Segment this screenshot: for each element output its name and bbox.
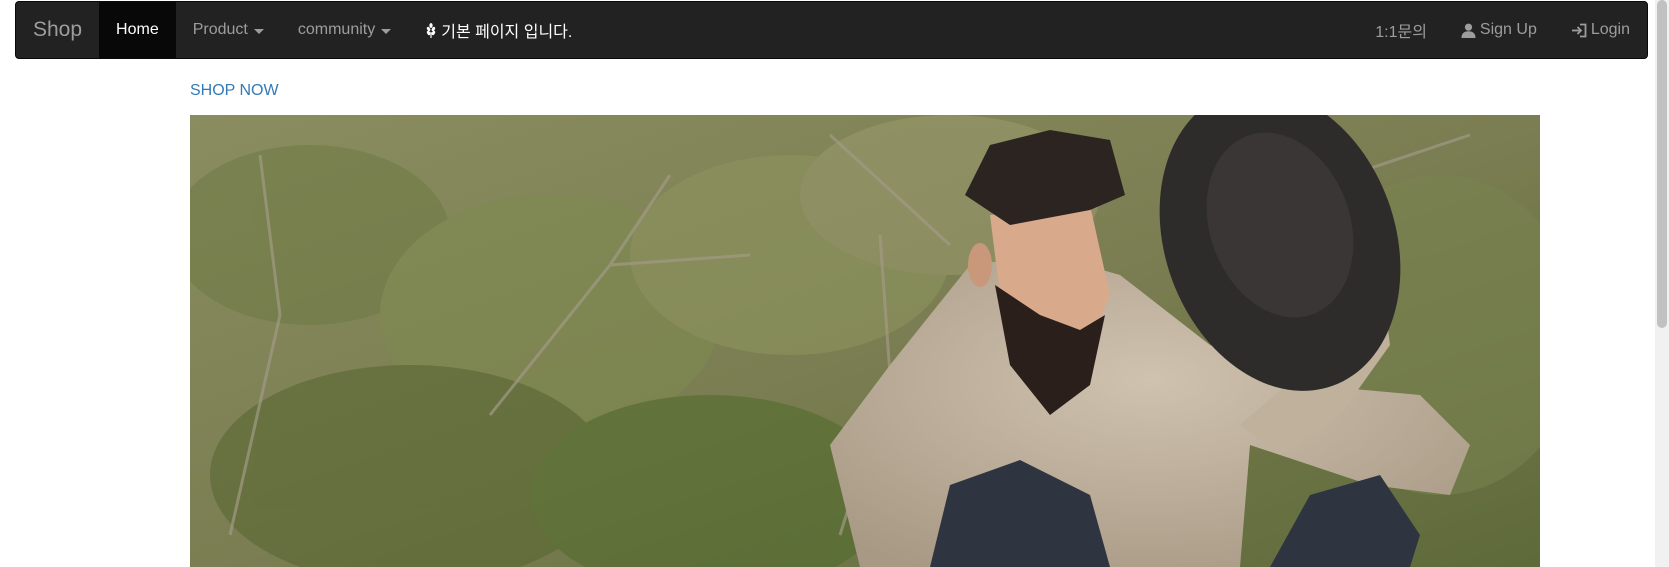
navbar-right: 1:1문의 Sign Up Login (1358, 2, 1647, 58)
nav-inquiry-label: 1:1문의 (1375, 24, 1427, 41)
nav-home[interactable]: Home (99, 2, 176, 58)
navbar-brand[interactable]: Shop (16, 2, 99, 58)
shop-now-link[interactable]: SHOP NOW (190, 82, 279, 100)
caret-down-icon (381, 28, 392, 34)
nav-community-dropdown[interactable]: community (281, 2, 408, 58)
nav-inquiry[interactable]: 1:1문의 (1358, 2, 1444, 58)
user-icon (1461, 23, 1476, 38)
nav-login[interactable]: Login (1554, 2, 1647, 58)
nav-basic-page-label: 기본 페이지 입니다. (441, 24, 573, 41)
nav-sign-up[interactable]: Sign Up (1444, 2, 1554, 58)
nav-basic-page[interactable]: 기본 페이지 입니다. (408, 2, 589, 58)
scrollbar-thumb[interactable] (1657, 0, 1667, 328)
grain-icon (425, 22, 437, 38)
login-icon (1571, 23, 1587, 38)
nav-product-label: Product (192, 21, 248, 38)
nav-sign-up-label: Sign Up (1479, 21, 1537, 38)
hero-image (190, 115, 1540, 567)
page-scrollbar[interactable] (1655, 0, 1669, 567)
nav-product-dropdown[interactable]: Product (176, 2, 281, 58)
navbar-left: Shop Home Product community 기본 페이지 입니다. (16, 2, 589, 58)
caret-down-icon (253, 28, 264, 34)
top-navbar: Shop Home Product community 기본 페이지 입니다. … (15, 1, 1648, 59)
nav-login-label: Login (1590, 21, 1630, 38)
nav-community-label: community (297, 21, 376, 38)
nav-home-label: Home (116, 21, 159, 38)
